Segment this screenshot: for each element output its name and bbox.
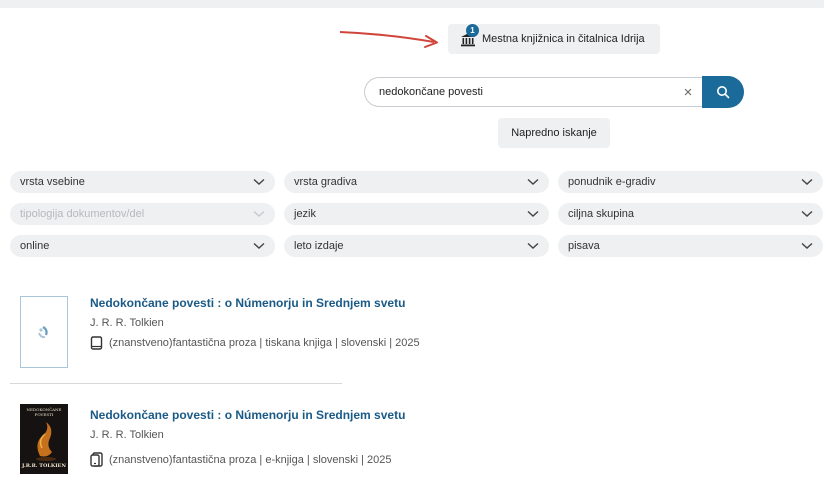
filter-label: pisava [568, 240, 600, 252]
result-title-link[interactable]: Nedokončane povesti : o Númenorju in Sre… [90, 296, 405, 310]
filter-material-type[interactable]: vrsta gradiva [284, 171, 549, 193]
chevron-down-icon [253, 242, 265, 249]
search-box: × [364, 77, 704, 107]
filter-script[interactable]: pisava [558, 235, 823, 257]
chevron-down-icon [801, 178, 813, 185]
chevron-down-icon [527, 178, 539, 185]
chevron-down-icon [253, 210, 265, 217]
filter-label: ponudnik e-gradiv [568, 176, 656, 188]
filter-publication-year[interactable]: leto izdaje [284, 235, 549, 257]
result-item: NEDOKONČANE POVESTI J.R.R. TOLKIEN Nedok… [20, 404, 580, 476]
result-meta: (znanstveno)fantastična proza | e-knjiga… [90, 452, 392, 467]
chevron-down-icon [801, 210, 813, 217]
library-building-icon: 1 [460, 24, 479, 48]
filter-document-typology: tipologija dokumentov/del [10, 203, 275, 225]
book-cover[interactable]: NEDOKONČANE POVESTI J.R.R. TOLKIEN [20, 404, 68, 474]
search-button[interactable] [702, 76, 744, 108]
placeholder-logo-icon [38, 326, 48, 339]
filter-eresource-provider[interactable]: ponudnik e-gradiv [558, 171, 823, 193]
chevron-down-icon [527, 242, 539, 249]
ebook-icon [90, 452, 103, 467]
chevron-down-icon [527, 210, 539, 217]
filter-label: leto izdaje [294, 240, 344, 252]
result-meta-text: (znanstveno)fantastična proza | tiskana … [109, 337, 420, 349]
filter-label: vrsta gradiva [294, 176, 357, 188]
result-meta: (znanstveno)fantastična proza | tiskana … [90, 336, 420, 350]
filter-label: vrsta vsebine [20, 176, 85, 188]
result-author: J. R. R. Tolkien [90, 429, 164, 441]
cover-author: J.R.R. TOLKIEN [22, 463, 66, 469]
filter-target-group[interactable]: ciljna skupina [558, 203, 823, 225]
top-strip [0, 0, 824, 8]
advanced-search-button[interactable]: Napredno iskanje [498, 118, 610, 148]
result-title-link[interactable]: Nedokončane povesti : o Númenorju in Sre… [90, 408, 405, 422]
clear-icon[interactable]: × [676, 84, 700, 101]
result-divider [10, 383, 342, 384]
result-item: Nedokončane povesti : o Númenorju in Sre… [20, 296, 580, 368]
filter-label: online [20, 240, 50, 252]
search-icon [717, 86, 730, 99]
search-input[interactable] [377, 85, 676, 99]
cover-placeholder[interactable] [20, 296, 68, 368]
result-meta-text: (znanstveno)fantastična proza | e-knjiga… [109, 453, 392, 466]
filter-label: tipologija dokumentov/del [20, 208, 145, 220]
filter-online[interactable]: online [10, 235, 275, 257]
chevron-down-icon [253, 178, 265, 185]
filter-content-type[interactable]: vrsta vsebine [10, 171, 275, 193]
library-name: Mestna knjižnica in čitalnica Idrija [482, 33, 645, 45]
filter-label: jezik [294, 208, 317, 220]
result-author: J. R. R. Tolkien [90, 317, 164, 329]
chevron-down-icon [801, 242, 813, 249]
filter-label: ciljna skupina [568, 208, 635, 220]
library-selector-button[interactable]: 1 Mestna knjižnica in čitalnica Idrija [448, 24, 660, 54]
book-icon [90, 336, 103, 350]
annotation-arrow-icon [339, 31, 438, 48]
filter-language[interactable]: jezik [284, 203, 549, 225]
library-count-badge: 1 [466, 24, 479, 37]
